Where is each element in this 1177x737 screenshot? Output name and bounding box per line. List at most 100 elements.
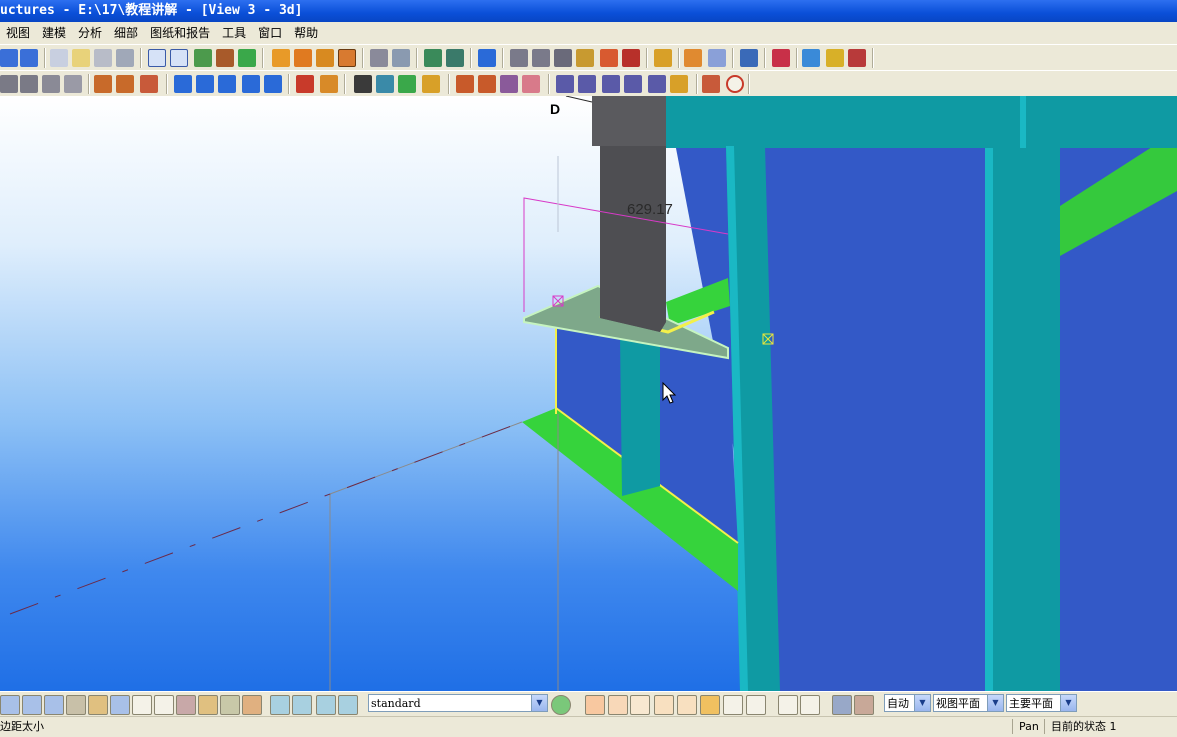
column-icon[interactable] — [174, 75, 192, 93]
pin-icon[interactable] — [654, 49, 672, 67]
bolt-icon[interactable] — [296, 75, 314, 93]
anchor-icon[interactable] — [320, 75, 338, 93]
snap-check-icon[interactable] — [746, 695, 766, 715]
copy-icon[interactable] — [50, 49, 68, 67]
cut-icon[interactable] — [216, 49, 234, 67]
forward-icon[interactable] — [802, 49, 820, 67]
fit-icon[interactable] — [478, 75, 496, 93]
part-icon[interactable] — [272, 49, 290, 67]
align-icon[interactable] — [670, 75, 688, 93]
depth-icon[interactable] — [854, 695, 874, 715]
menu-analysis[interactable]: 分析 — [72, 22, 108, 44]
split-icon[interactable] — [624, 75, 642, 93]
clash-icon[interactable] — [772, 49, 790, 67]
menu-window[interactable]: 窗口 — [252, 22, 288, 44]
list-icon[interactable] — [194, 49, 212, 67]
assembly-icon[interactable] — [294, 49, 312, 67]
folder-check-icon[interactable] — [826, 49, 844, 67]
add-component-icon[interactable] — [398, 75, 416, 93]
menu-modeling[interactable]: 建模 — [36, 22, 72, 44]
select-parts-icon[interactable] — [22, 695, 42, 715]
component-icon[interactable] — [376, 75, 394, 93]
chart-icon[interactable] — [622, 49, 640, 67]
properties-icon[interactable] — [116, 49, 134, 67]
horizontal-beam-icon[interactable] — [196, 75, 214, 93]
chamfer-icon[interactable] — [556, 75, 574, 93]
cross-icon[interactable] — [554, 49, 572, 67]
select-surfaces-icon[interactable] — [44, 695, 64, 715]
open-icon[interactable] — [72, 49, 90, 67]
snap-cross-icon[interactable] — [677, 695, 697, 715]
chevron-down-icon[interactable]: ▼ — [531, 695, 547, 711]
polygon-cut-icon[interactable] — [522, 75, 540, 93]
slab-icon[interactable] — [42, 75, 60, 93]
view-plane-select[interactable]: 视图平面 ▼ — [933, 694, 1004, 712]
snap-mid-icon[interactable] — [292, 695, 312, 715]
beam-icon[interactable] — [0, 75, 18, 93]
snap-circle-icon[interactable] — [630, 695, 650, 715]
help-icon[interactable] — [478, 49, 496, 67]
snap-free-icon[interactable] — [800, 695, 820, 715]
bracing-icon[interactable] — [264, 75, 282, 93]
snap-end-icon[interactable] — [270, 695, 290, 715]
measure-icon[interactable] — [576, 49, 594, 67]
chevron-down-icon[interactable]: ▼ — [914, 695, 930, 711]
select-assemblies-icon[interactable] — [198, 695, 218, 715]
menu-view[interactable]: 视图 — [0, 22, 36, 44]
menu-tools[interactable]: 工具 — [216, 22, 252, 44]
diagonal-beam-icon[interactable] — [242, 75, 260, 93]
view-icon[interactable] — [170, 49, 188, 67]
select-cuts-icon[interactable] — [66, 695, 86, 715]
window-icon[interactable] — [148, 49, 166, 67]
mesh-icon[interactable] — [140, 75, 158, 93]
select-bolts-icon[interactable] — [154, 695, 174, 715]
menu-help[interactable]: 帮助 — [288, 22, 324, 44]
redo-icon[interactable] — [20, 49, 38, 67]
bend-icon[interactable] — [94, 75, 112, 93]
binoculars-icon[interactable] — [354, 75, 372, 93]
table-icon[interactable] — [708, 49, 726, 67]
select-components-icon[interactable] — [176, 695, 196, 715]
model-viewport-3d[interactable]: D 629.17 — [0, 96, 1177, 691]
snap-nearest-icon[interactable] — [338, 695, 358, 715]
renumber-icon[interactable] — [446, 49, 464, 67]
print-icon[interactable] — [94, 49, 112, 67]
undo-icon[interactable] — [0, 49, 18, 67]
snap-perpendicular-icon[interactable] — [700, 695, 720, 715]
select-reinforcement-icon[interactable] — [242, 695, 262, 715]
copy-object-icon[interactable] — [684, 49, 702, 67]
plate-icon[interactable] — [64, 75, 82, 93]
snap-triangle-icon[interactable] — [654, 695, 674, 715]
numbering-icon[interactable] — [424, 49, 442, 67]
connect-icon[interactable] — [116, 75, 134, 93]
menu-detailing[interactable]: 细部 — [108, 22, 144, 44]
cut-part-icon[interactable] — [456, 75, 474, 93]
snap-icon[interactable] — [370, 49, 388, 67]
snap-midpoint-icon[interactable] — [778, 695, 798, 715]
select-welds-icon[interactable] — [110, 695, 130, 715]
main-plane-select[interactable]: 主要平面 ▼ — [1006, 694, 1077, 712]
snap-extension-icon[interactable] — [723, 695, 743, 715]
line-cut-icon[interactable] — [500, 75, 518, 93]
menu-drawings-reports[interactable]: 图纸和报告 — [144, 22, 216, 44]
export-icon[interactable] — [740, 49, 758, 67]
select-views-icon[interactable] — [132, 695, 152, 715]
select-points-icon[interactable] — [88, 695, 108, 715]
auto-select[interactable]: 自动 ▼ — [884, 694, 931, 712]
polybeam-icon[interactable] — [20, 75, 38, 93]
filter-settings-icon[interactable] — [551, 695, 571, 715]
snap-point-icon[interactable] — [392, 49, 410, 67]
snap-geometry-icon[interactable] — [585, 695, 605, 715]
snap-reference-icon[interactable] — [608, 695, 628, 715]
grid-icon[interactable] — [510, 49, 528, 67]
chevron-down-icon[interactable]: ▼ — [1060, 695, 1076, 711]
chevron-down-icon[interactable]: ▼ — [987, 695, 1003, 711]
select-all-icon[interactable] — [0, 695, 20, 715]
cube-icon[interactable] — [422, 75, 440, 93]
combine-icon[interactable] — [648, 75, 666, 93]
select-grids-icon[interactable] — [220, 695, 240, 715]
filter-combo[interactable]: standard ▼ — [368, 694, 548, 712]
report-icon[interactable] — [848, 49, 866, 67]
snap-center-icon[interactable] — [316, 695, 336, 715]
angle-icon[interactable] — [532, 49, 550, 67]
